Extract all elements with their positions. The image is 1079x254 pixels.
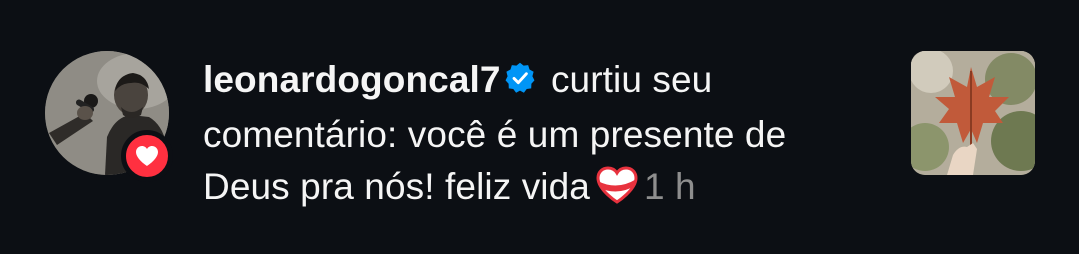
heart-icon [136,146,158,166]
post-thumbnail-image [911,51,1035,175]
username-link[interactable]: leonardogoncal7 [203,59,501,100]
avatar-container[interactable] [45,51,173,182]
verified-badge-icon [503,57,537,109]
notification-row[interactable]: leonardogoncal7 curtiu seu comentário: v… [0,0,1079,254]
action-text: curtiu seu [540,59,713,100]
comment-text: comentário: você é um presente de Deus p… [203,114,787,207]
timestamp: 1 h [643,166,696,207]
heart-emoji-icon [596,166,638,218]
notification-text[interactable]: leonardogoncal7 curtiu seu comentário: v… [203,54,883,218]
post-thumbnail[interactable] [911,51,1035,175]
like-badge [121,130,173,182]
